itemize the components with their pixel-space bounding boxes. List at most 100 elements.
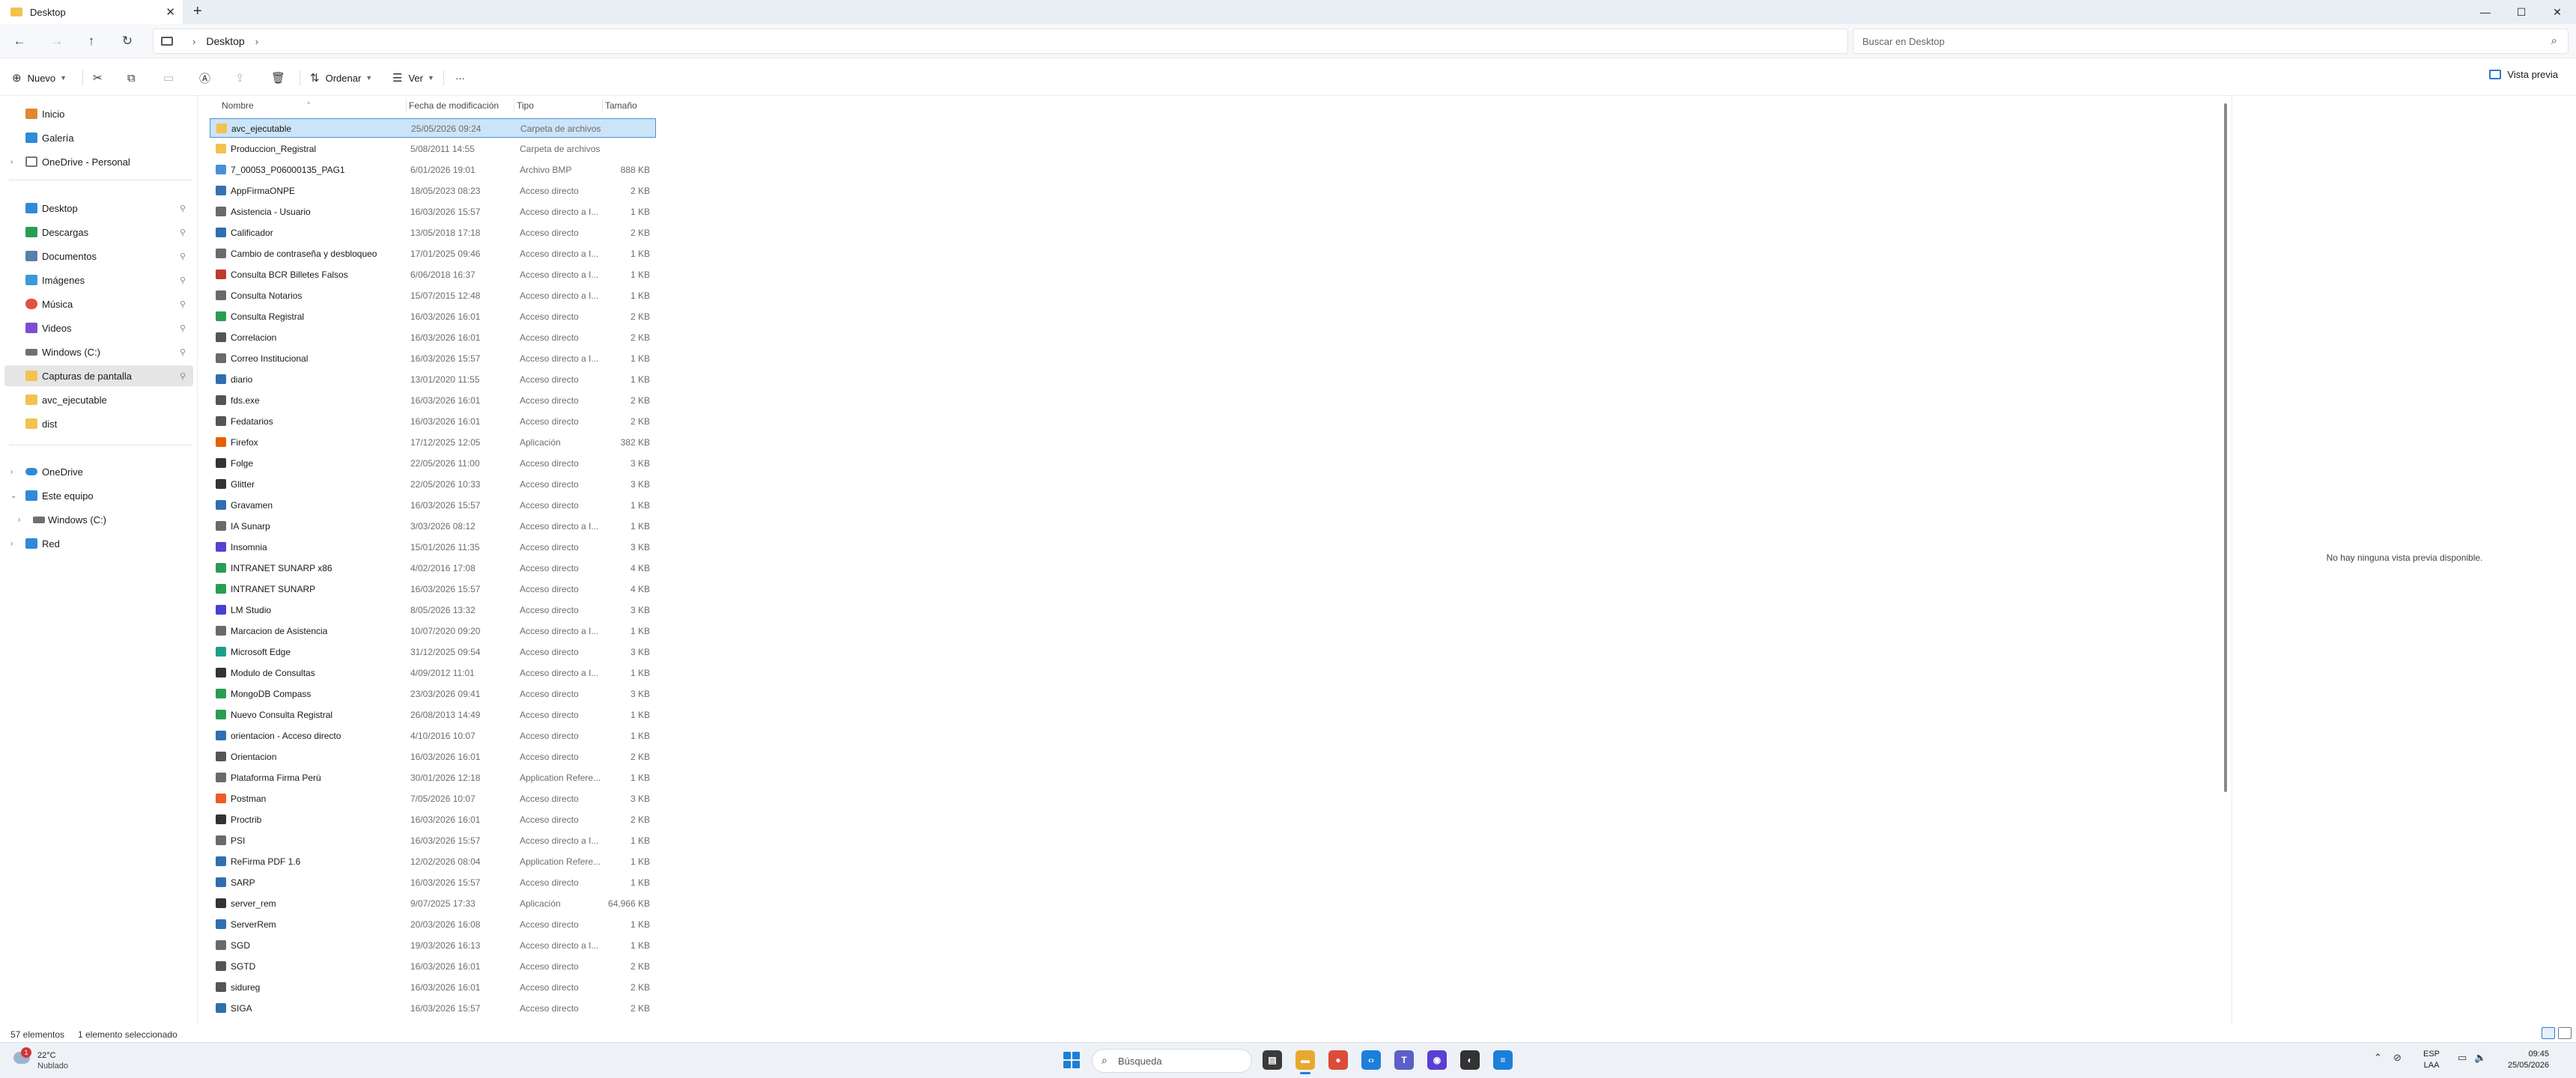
chevron-right-icon[interactable]: › xyxy=(10,158,13,166)
search-input[interactable]: Buscar en Desktop ⌕ xyxy=(1853,28,2569,54)
chrome-app[interactable]: ● xyxy=(1328,1050,1348,1070)
file-row[interactable]: SARP 16/03/2026 15:57 Acceso directo 1 KB xyxy=(210,873,656,892)
file-row[interactable]: ReFirma PDF 1.6 12/02/2026 08:04 Applicati… xyxy=(210,852,656,871)
file-row[interactable]: avc_ejecutable 25/05/2026 09:24 Carpeta de… xyxy=(210,118,656,138)
chevron-right-icon[interactable]: › xyxy=(10,540,13,548)
file-explorer-app[interactable]: ▬ xyxy=(1295,1050,1315,1074)
file-row[interactable]: Proctrib 16/03/2026 16:01 Acceso directo 2 … xyxy=(210,810,656,829)
file-row[interactable]: Insomnia 15/01/2026 11:35 Acceso directo 3 … xyxy=(210,538,656,557)
file-row[interactable]: Nuevo Consulta Registral 26/08/2013 14:49… xyxy=(210,705,656,725)
chevron-right-icon[interactable]: › xyxy=(192,36,195,47)
sidebar-item-descargas[interactable]: Descargas ⚲ xyxy=(4,222,193,243)
column-divider[interactable] xyxy=(602,99,603,112)
pin-icon[interactable]: ⚲ xyxy=(180,252,186,261)
notepad-app[interactable]: ≡ xyxy=(1493,1050,1513,1070)
tiles-view-icon[interactable] xyxy=(2558,1027,2572,1039)
column-header-name[interactable]: Nombre xyxy=(222,100,254,111)
file-row[interactable]: Glitter 22/05/2026 10:33 Acceso directo 3 K… xyxy=(210,475,656,494)
file-row[interactable]: INTRANET SUNARP 16/03/2026 15:57 Acceso di… xyxy=(210,579,656,599)
cut-button[interactable]: ✂ xyxy=(93,69,109,87)
sidebar-item-dist[interactable]: dist xyxy=(4,413,193,434)
up-button[interactable]: ↑ xyxy=(81,31,102,51)
sidebar-item-inicio[interactable]: Inicio xyxy=(4,103,193,124)
column-header-type[interactable]: Tipo xyxy=(517,100,534,111)
pin-icon[interactable]: ⚲ xyxy=(180,275,186,285)
chevron-right-icon[interactable]: › xyxy=(10,468,13,476)
volume-icon[interactable]: 🔈 xyxy=(2474,1052,2486,1064)
taskbar-search[interactable]: ⌕ Búsqueda xyxy=(1092,1049,1252,1073)
close-window-button[interactable]: ✕ xyxy=(2540,0,2575,24)
sidebar-item-musica[interactable]: Música ⚲ xyxy=(4,293,193,314)
file-row[interactable]: Consulta BCR Billetes Falsos 6/06/2018 16… xyxy=(210,265,656,284)
details-view-icon[interactable] xyxy=(2542,1027,2555,1039)
file-row[interactable]: fds.exe 16/03/2026 16:01 Acceso directo 2 K… xyxy=(210,391,656,410)
pin-icon[interactable]: ⚲ xyxy=(180,347,186,357)
chevron-right-icon[interactable]: › xyxy=(18,516,20,524)
view-button[interactable]: ☰ Ver ▼ xyxy=(392,69,434,87)
teams-app[interactable]: T xyxy=(1394,1050,1414,1070)
language-indicator[interactable]: ESP LAA xyxy=(2423,1049,2440,1071)
pin-icon[interactable]: ⚲ xyxy=(180,204,186,213)
file-row[interactable]: AppFirmaONPE 18/05/2023 08:23 Acceso direc… xyxy=(210,181,656,201)
file-row[interactable]: Asistencia - Usuario 16/03/2026 15:57 Acce… xyxy=(210,202,656,222)
tab-desktop[interactable]: Desktop ✕ xyxy=(0,0,183,24)
copy-button[interactable]: ⧉ xyxy=(127,69,142,87)
file-row[interactable]: Cambio de contraseña y desbloqueo 17/01/2… xyxy=(210,244,656,264)
new-tab-button[interactable]: + xyxy=(193,3,202,20)
file-row[interactable]: Plataforma Firma Perú 30/01/2026 12:18 App… xyxy=(210,768,656,788)
file-row[interactable]: Gravamen 16/03/2026 15:57 Acceso directo 1 … xyxy=(210,496,656,515)
minimize-button[interactable]: — xyxy=(2468,0,2503,24)
sidebar-item-capturas[interactable]: Capturas de pantalla ⚲ xyxy=(4,365,193,386)
sort-button[interactable]: ⇅ Ordenar ▼ xyxy=(310,69,372,87)
sidebar-item-imagenes[interactable]: Imágenes ⚲ xyxy=(4,270,193,290)
sidebar-item-videos[interactable]: Videos ⚲ xyxy=(4,317,193,338)
chevron-up-icon[interactable]: ⌃ xyxy=(2374,1052,2382,1064)
file-row[interactable]: Consulta Registral 16/03/2026 16:01 Acceso… xyxy=(210,307,656,326)
file-row[interactable]: SIGA 16/03/2026 15:57 Acceso directo 2 KB xyxy=(210,999,656,1018)
file-row[interactable]: sidureg 16/03/2026 16:01 Acceso directo 2 K… xyxy=(210,978,656,997)
preview-pane-button[interactable]: Vista previa xyxy=(2489,69,2558,80)
file-row[interactable]: orientacion - Acceso directo 4/10/2016 10… xyxy=(210,726,656,746)
more-options-button[interactable]: ··· xyxy=(455,69,465,87)
pin-icon[interactable]: ⚲ xyxy=(180,371,186,381)
sidebar-item-galeria[interactable]: Galería xyxy=(4,127,193,148)
file-row[interactable]: SGTD 16/03/2026 16:01 Acceso directo 2 KB xyxy=(210,957,656,976)
start-button[interactable] xyxy=(1063,1052,1080,1068)
forward-button[interactable]: → xyxy=(46,31,67,51)
delete-button[interactable]: 🗑 xyxy=(271,69,291,87)
column-header-date[interactable]: Fecha de modificación xyxy=(409,100,499,111)
new-button[interactable]: ⊕ Nuevo ▼ xyxy=(12,69,67,87)
file-row[interactable]: Folge 22/05/2026 11:00 Acceso directo 3 KB xyxy=(210,454,656,473)
clock[interactable]: 09:45 25/05/2026 xyxy=(2508,1049,2549,1071)
close-tab-icon[interactable]: ✕ xyxy=(165,5,175,19)
paste-button[interactable]: ▭ xyxy=(163,69,180,87)
file-row[interactable]: Fedatarios 16/03/2026 16:01 Acceso directo… xyxy=(210,412,656,431)
file-row[interactable]: SGD 19/03/2026 16:13 Acceso directo a I...… xyxy=(210,936,656,955)
file-row[interactable]: LM Studio 8/05/2026 13:32 Acceso directo 3 … xyxy=(210,600,656,620)
file-row[interactable]: Microsoft Edge 31/12/2025 09:54 Acceso dir… xyxy=(210,642,656,662)
sidebar-item-documentos[interactable]: Documentos ⚲ xyxy=(4,246,193,267)
sidebar-item-red[interactable]: › Red xyxy=(4,533,193,554)
share-button[interactable]: ⇪ xyxy=(235,69,251,87)
chevron-down-icon[interactable]: ⌄ xyxy=(10,492,16,500)
sidebar-item-windows-c[interactable]: Windows (C:) ⚲ xyxy=(4,341,193,362)
vertical-scrollbar[interactable] xyxy=(2224,103,2227,792)
sidebar-item-este-equipo[interactable]: ⌄ Este equipo xyxy=(4,485,193,506)
sidebar-item-avc-ejecutable[interactable]: avc_ejecutable xyxy=(4,389,193,410)
file-row[interactable]: Consulta Notarios 15/07/2015 12:48 Acceso … xyxy=(210,286,656,305)
file-row[interactable]: Correlacion 16/03/2026 16:01 Acceso direct… xyxy=(210,328,656,347)
pin-icon[interactable]: ⚲ xyxy=(180,228,186,237)
pin-icon[interactable]: ⚲ xyxy=(180,299,186,309)
file-row[interactable]: Firefox 17/12/2025 12:05 Aplicación 382 KB xyxy=(210,433,656,452)
file-row[interactable]: Marcacion de Asistencia 10/07/2020 09:20 A… xyxy=(210,621,656,641)
file-row[interactable]: Calificador 13/05/2018 17:18 Acceso direct… xyxy=(210,223,656,243)
file-row[interactable]: Orientacion 16/03/2026 16:01 Acceso direct… xyxy=(210,747,656,767)
file-row[interactable]: ServerRem 20/03/2026 16:08 Acceso directo 1… xyxy=(210,915,656,934)
file-row[interactable]: Correo Institucional 16/03/2026 15:57 Acce… xyxy=(210,349,656,368)
column-divider[interactable] xyxy=(406,99,407,112)
back-button[interactable]: ← xyxy=(9,31,30,51)
chevron-right-icon[interactable]: › xyxy=(255,36,258,47)
file-row[interactable]: MongoDB Compass 23/03/2026 09:41 Acceso di… xyxy=(210,684,656,704)
file-row[interactable]: Postman 7/05/2026 10:07 Acceso directo 3 KB xyxy=(210,789,656,808)
file-row[interactable]: INTRANET SUNARP x86 4/02/2016 17:08 Acceso… xyxy=(210,558,656,578)
